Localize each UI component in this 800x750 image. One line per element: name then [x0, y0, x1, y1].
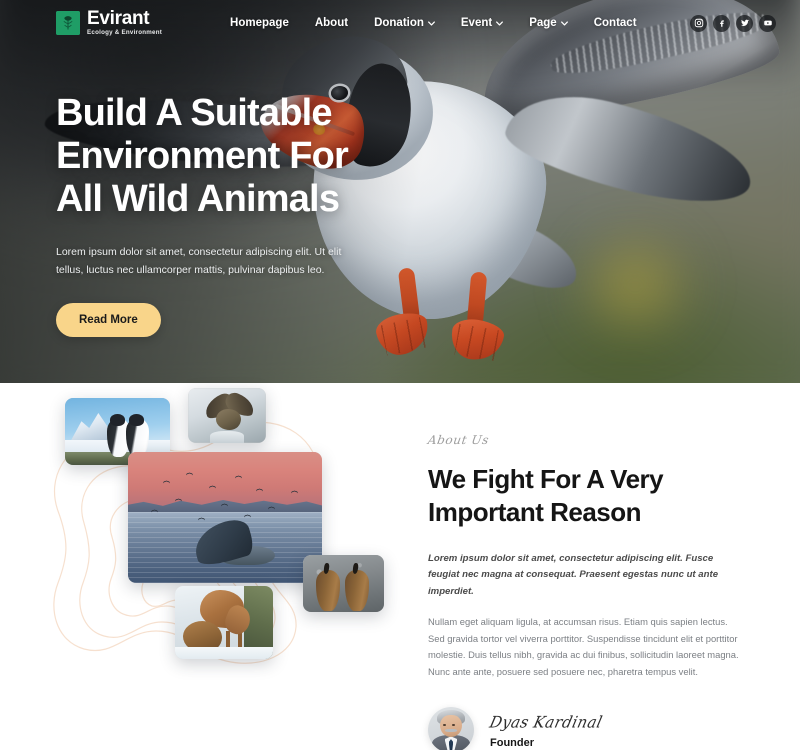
tree-icon: [56, 10, 80, 35]
social-links: [690, 14, 776, 32]
nav-item-contact[interactable]: Contact: [594, 17, 637, 29]
hero-title-line-3: All Wild Animals: [56, 177, 340, 220]
hero-content: Build A Suitable Environment For All Wil…: [56, 92, 416, 337]
about-eyebrow: About Us: [426, 433, 491, 447]
nav-label: Contact: [593, 17, 637, 29]
gallery-image-chicks[interactable]: [303, 555, 384, 612]
founder-signature: Dyas Kardinal: [487, 712, 605, 732]
nav-item-about[interactable]: About: [315, 17, 348, 29]
about-heading-line-1: We Fight For A Very: [428, 464, 664, 494]
avatar: [428, 706, 474, 750]
site-header: Evirant Ecology & Environment Homepage A…: [0, 0, 800, 46]
gallery-image-deer[interactable]: [175, 586, 273, 659]
nav-item-event[interactable]: Event: [460, 17, 504, 29]
about-body-paragraph: Nullam eget aliquam ligula, at accumsan …: [428, 616, 739, 678]
about-text-column: About Us We Fight For A Very Important R…: [400, 383, 800, 750]
about-gallery: [0, 383, 400, 750]
read-more-button[interactable]: Read More: [56, 302, 161, 337]
logo-tagline: Ecology & Environment: [87, 29, 163, 37]
nav-label: Page: [529, 17, 557, 29]
chevron-down-icon: [560, 20, 568, 27]
main-navigation: Homepage About Donation Event Page Conta…: [230, 17, 636, 29]
logo-name: Evirant: [87, 8, 150, 30]
nav-item-donation[interactable]: Donation: [374, 17, 435, 29]
facebook-icon[interactable]: [713, 14, 730, 32]
twitter-icon[interactable]: [736, 14, 753, 32]
youtube-icon[interactable]: [759, 14, 776, 32]
nav-label: Homepage: [230, 17, 289, 29]
gallery-image-whale[interactable]: [128, 452, 322, 583]
hero-title: Build A Suitable Environment For All Wil…: [56, 92, 416, 221]
nav-label: About: [314, 17, 349, 29]
chevron-down-icon: [427, 20, 435, 27]
about-heading-line-2: Important Reason: [428, 496, 642, 527]
about-section: About Us We Fight For A Very Important R…: [0, 383, 800, 750]
nav-label: Donation: [374, 17, 424, 29]
hero-section: Evirant Ecology & Environment Homepage A…: [0, 0, 800, 383]
nav-label: Event: [460, 17, 493, 29]
about-lead-paragraph: Lorem ipsum dolor sit amet, consectetur …: [428, 552, 719, 597]
site-logo[interactable]: Evirant Ecology & Environment: [56, 9, 162, 36]
founder-role: Founder: [490, 736, 534, 749]
hero-title-line-1: Build A Suitable: [56, 92, 333, 134]
hero-subtitle: Lorem ipsum dolor sit amet, consectetur …: [56, 245, 342, 276]
about-heading: We Fight For A Very Important Reason: [428, 463, 744, 529]
instagram-icon[interactable]: [690, 14, 707, 32]
nav-item-page[interactable]: Page: [529, 17, 568, 29]
hero-title-line-2: Environment For: [56, 134, 349, 177]
gallery-image-bird[interactable]: [188, 388, 266, 443]
nav-item-homepage[interactable]: Homepage: [230, 17, 289, 29]
founder-block: Dyas Kardinal Founder: [428, 706, 744, 750]
chevron-down-icon: [496, 20, 504, 27]
